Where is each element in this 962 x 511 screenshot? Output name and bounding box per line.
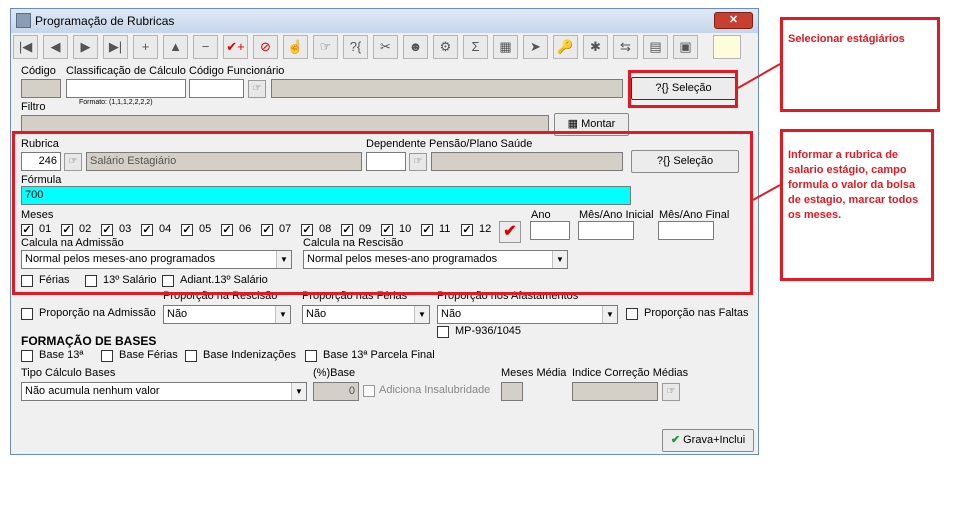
connector-line-2: [752, 184, 781, 201]
connector-line-1: [737, 63, 781, 89]
annotation-connectors: [737, 63, 781, 201]
